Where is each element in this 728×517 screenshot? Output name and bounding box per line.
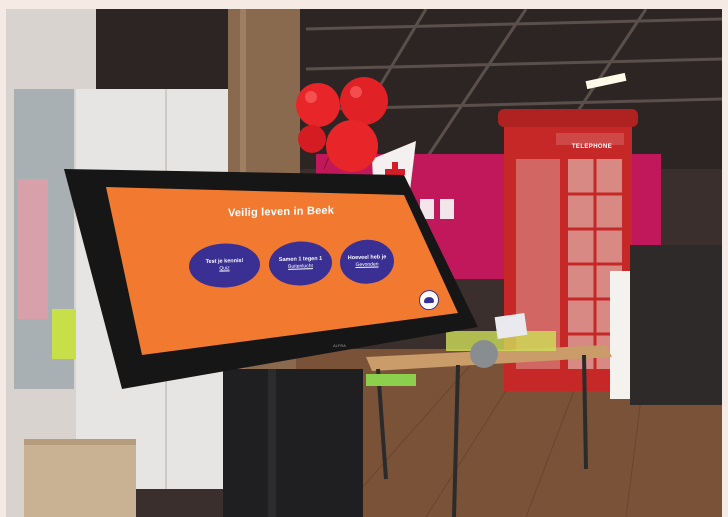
kiosk-stand [223, 369, 363, 517]
balloon [296, 83, 340, 127]
balloon [326, 120, 378, 172]
balloon [298, 125, 326, 153]
helmet-icon[interactable] [419, 289, 439, 311]
bowl [470, 340, 498, 368]
found-button[interactable]: Hoeveel heb je Gevonden [340, 239, 394, 285]
cardboard-box [24, 439, 136, 517]
kiosk-screen-content: Veilig leven in Beek Test je kennis! Qui… [108, 181, 454, 330]
dark-counter [630, 245, 722, 405]
balloon [340, 77, 388, 125]
phone-booth-sign: TELEPHONE [571, 144, 613, 150]
button-sub: Buitenlucht [288, 263, 313, 270]
photo-frame: TELEPHONE Veilig leven in Beek Test je k… [6, 9, 722, 517]
button-sub: Gevonden [355, 261, 379, 269]
screen-title: Veilig leven in Beek [227, 204, 335, 220]
green-chair [366, 374, 416, 386]
button-sub: Quiz [219, 265, 230, 272]
kiosk-brand: ALFRA [333, 343, 346, 348]
quiz-button[interactable]: Test je kennis! Quiz [189, 242, 260, 289]
challenge-button[interactable]: Samen 1 tegen 1 Buitenlucht [269, 240, 332, 287]
corridor-lights [18, 179, 48, 319]
